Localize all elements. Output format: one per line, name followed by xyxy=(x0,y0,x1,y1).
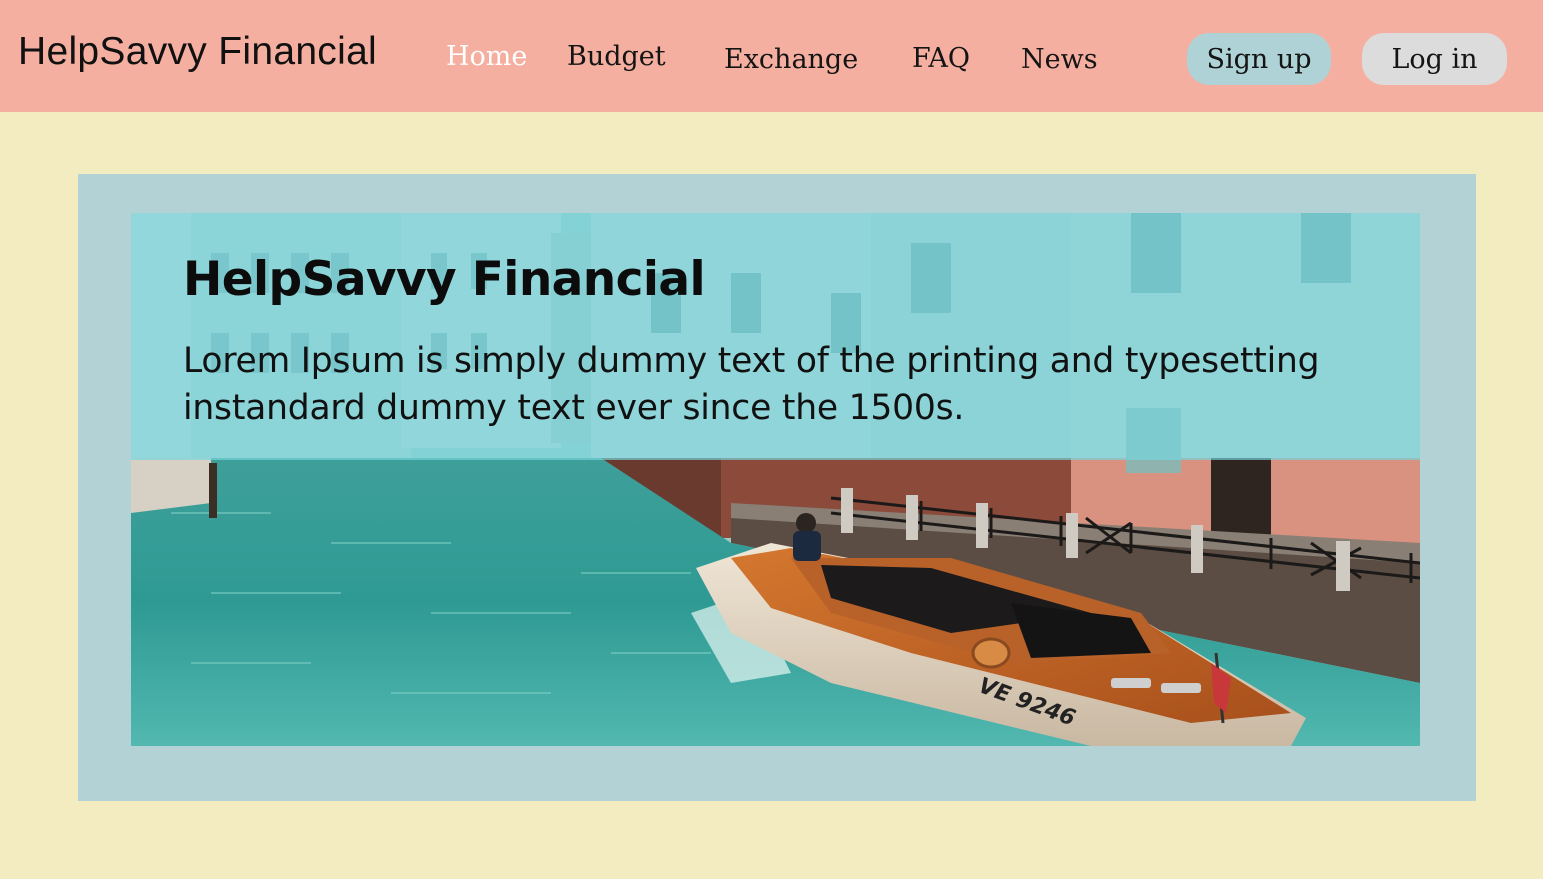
nav-news[interactable]: News xyxy=(1021,44,1098,75)
nav-faq[interactable]: FAQ xyxy=(912,43,970,74)
top-header: HelpSavvy Financial Home Budget Exchange… xyxy=(0,0,1543,112)
hero-title: HelpSavvy Financial xyxy=(183,252,706,307)
login-button[interactable]: Log in xyxy=(1362,33,1507,85)
signup-button[interactable]: Sign up xyxy=(1187,33,1331,85)
nav-budget[interactable]: Budget xyxy=(567,41,666,72)
nav-exchange[interactable]: Exchange xyxy=(724,44,858,75)
brand-logo-text[interactable]: HelpSavvy Financial xyxy=(18,30,377,74)
hero-description: Lorem Ipsum is simply dummy text of the … xyxy=(183,341,1320,428)
nav-home[interactable]: Home xyxy=(446,41,527,72)
